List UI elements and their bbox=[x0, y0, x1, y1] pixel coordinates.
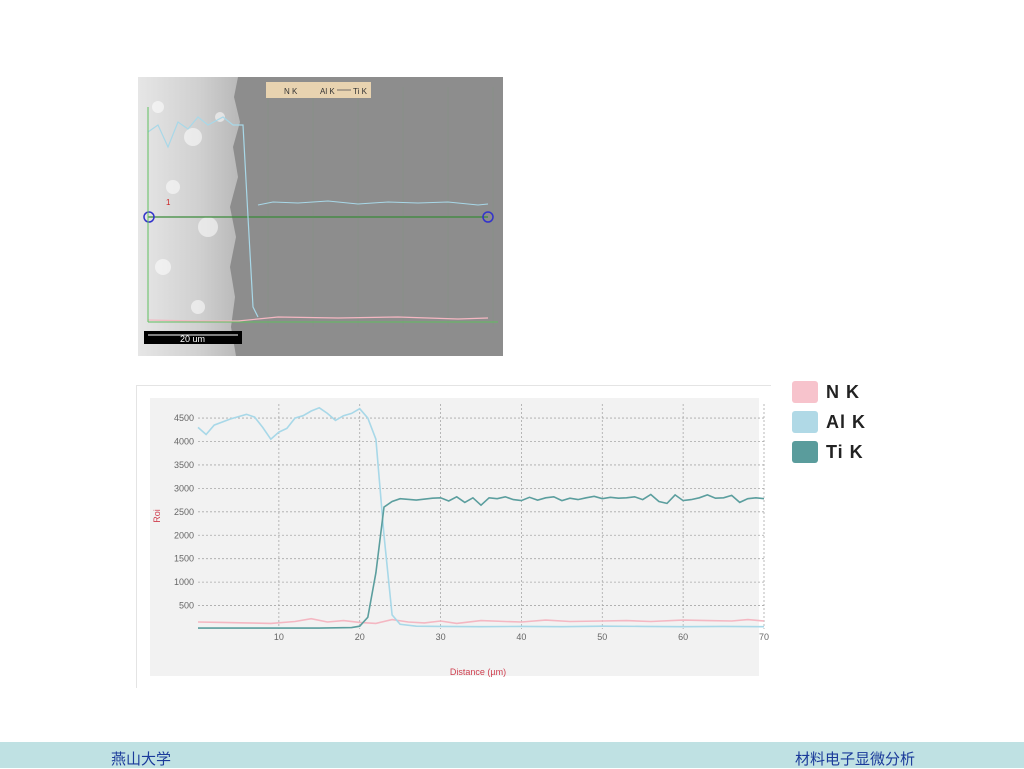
line-chart: 10 20 30 40 50 60 70 500 1000 1500 2000 2500 3000 350… bbox=[150, 398, 769, 677]
legend-item-al: Al K bbox=[792, 407, 912, 437]
x-tick-label: 50 bbox=[597, 632, 607, 642]
y-tick-label: 3500 bbox=[174, 460, 194, 470]
chart-plot-background bbox=[150, 398, 759, 676]
y-tick-label: 2500 bbox=[174, 507, 194, 517]
y-tick-label: 2000 bbox=[174, 530, 194, 540]
sem-legend-al: Al K bbox=[320, 87, 335, 96]
legend-swatch-ti bbox=[792, 441, 818, 463]
y-tick-label: 500 bbox=[179, 601, 194, 611]
x-axis-label: Distance (µm) bbox=[450, 667, 506, 677]
y-tick-label: 4500 bbox=[174, 413, 194, 423]
footer-university: 燕山大学 bbox=[111, 750, 172, 768]
legend-label-al: Al K bbox=[826, 411, 866, 432]
sem-micrograph: N K Al K Ti K 1 20 um bbox=[138, 77, 503, 356]
x-tick-label: 60 bbox=[678, 632, 688, 642]
legend-label-ti: Ti K bbox=[826, 441, 864, 462]
y-axis-label: Roi bbox=[152, 509, 162, 523]
x-tick-label: 40 bbox=[516, 632, 526, 642]
legend-item-ti: Ti K bbox=[792, 437, 912, 467]
x-tick-label: 30 bbox=[436, 632, 446, 642]
sem-legend-ti: Ti K bbox=[353, 87, 368, 96]
y-tick-label: 4000 bbox=[174, 437, 194, 447]
footer-course-title: 材料电子显微分析 bbox=[795, 750, 916, 768]
legend-swatch-al bbox=[792, 411, 818, 433]
legend-swatch-n bbox=[792, 381, 818, 403]
x-tick-label: 70 bbox=[759, 632, 769, 642]
y-tick-label: 1000 bbox=[174, 577, 194, 587]
chart-legend: N K Al K Ti K bbox=[792, 377, 912, 467]
line-chart-panel: 10 20 30 40 50 60 70 500 1000 1500 2000 2500 3000 350… bbox=[136, 385, 771, 688]
y-tick-label: 3000 bbox=[174, 483, 194, 493]
x-tick-label: 10 bbox=[274, 632, 284, 642]
legend-label-n: N K bbox=[826, 381, 860, 402]
legend-item-n: N K bbox=[792, 377, 912, 407]
scale-bar-label: 20 um bbox=[180, 334, 205, 344]
sem-legend-n: N K bbox=[284, 87, 298, 96]
sem-marker-label: 1 bbox=[166, 198, 171, 207]
x-tick-label: 20 bbox=[355, 632, 365, 642]
y-tick-label: 1500 bbox=[174, 554, 194, 564]
sem-image-svg: N K Al K Ti K 1 20 um bbox=[138, 77, 503, 356]
